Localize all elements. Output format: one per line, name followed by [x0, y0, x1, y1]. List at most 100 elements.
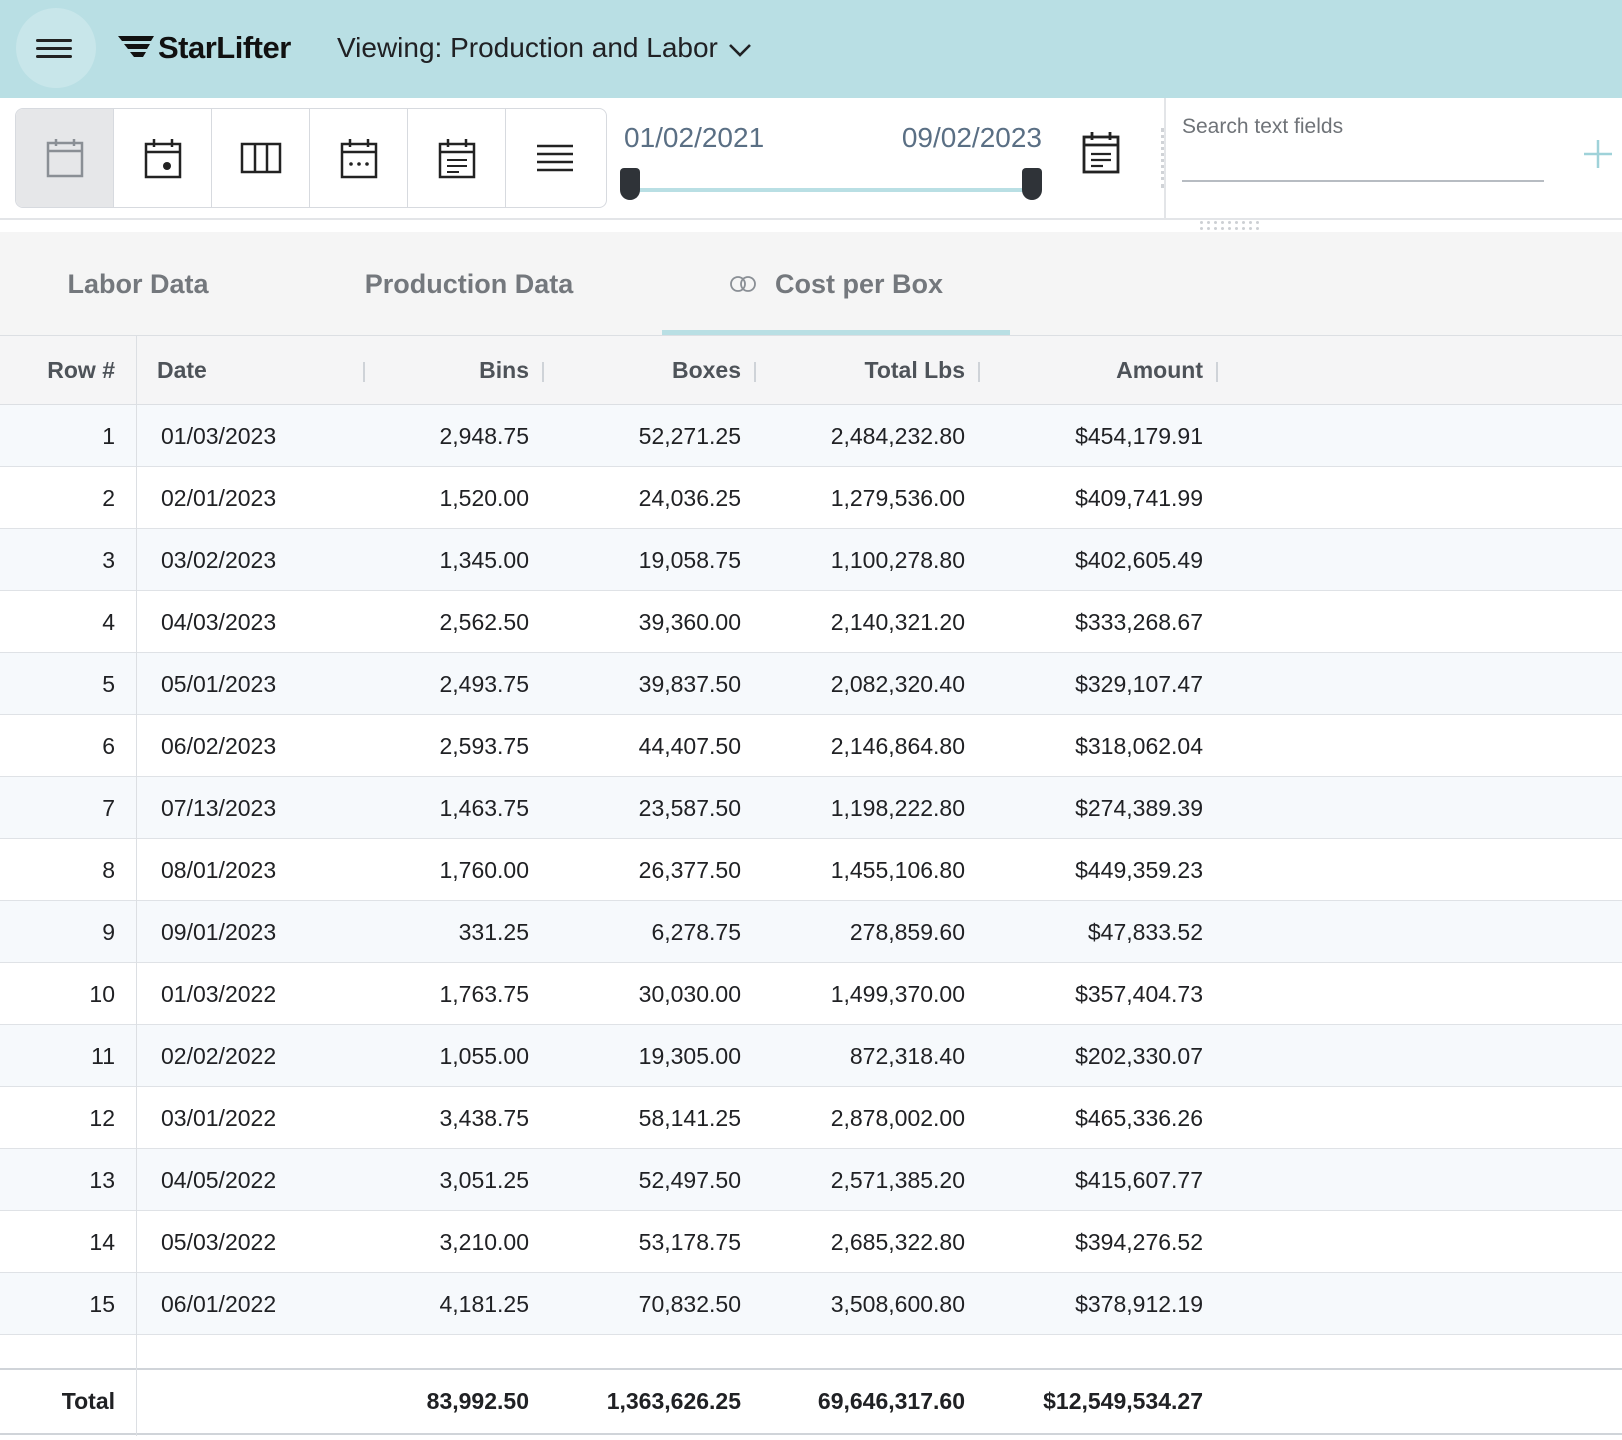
table-totals-row: Total 83,992.50 1,363,626.25 69,646,317.… [0, 1368, 1622, 1435]
slider-end-handle[interactable] [1022, 168, 1042, 200]
table-row[interactable]: 1 01/03/2023 2,948.75 52,271.25 2,484,232.80… [0, 405, 1622, 467]
column-header-total-lbs[interactable]: Total Lbs [864, 336, 965, 405]
tab-labor-data[interactable]: Labor Data [40, 232, 236, 336]
calendar-month-icon [340, 139, 377, 179]
slider-start-handle[interactable] [620, 168, 640, 200]
column-header-row-number[interactable]: Row # [47, 336, 115, 405]
column-resize-handle[interactable] [978, 362, 980, 382]
search-input[interactable] [1182, 112, 1544, 182]
cell-row-number: 6 [102, 733, 115, 759]
cell-date: 05/01/2023 [161, 671, 277, 697]
table-row[interactable]: 9 09/01/2023 331.25 6,278.75 278,859.60 $47,8… [0, 901, 1622, 963]
table-row[interactable]: 13 04/05/2022 3,051.25 52,497.50 2,571,385.2… [0, 1149, 1622, 1211]
cell-date: 01/03/2022 [161, 981, 277, 1007]
column-header-bins[interactable]: Bins [479, 336, 529, 405]
cell-bins: 1,760.00 [439, 857, 529, 883]
table-row[interactable]: 15 06/01/2022 4,181.25 70,832.50 3,508,600.8… [0, 1273, 1622, 1335]
date-range-end: 09/02/2023 [901, 122, 1042, 153]
column-header-boxes[interactable]: Boxes [672, 336, 741, 405]
cell-bins: 1,520.00 [439, 485, 529, 511]
cell-total-lbs: 1,100,278.80 [830, 547, 965, 573]
table-row[interactable]: 6 06/02/2023 2,593.75 44,407.50 2,146,864.80… [0, 715, 1622, 777]
table-row[interactable]: 11 02/02/2022 1,055.00 19,305.00 872,318.40 $… [0, 1025, 1622, 1087]
cell-bins: 4,181.25 [439, 1291, 529, 1317]
calendar-list-icon [438, 139, 475, 179]
resize-drag-handle[interactable] [1200, 221, 1262, 231]
cell-total-lbs: 1,279,536.00 [830, 485, 965, 511]
cell-amount: $47,833.52 [1087, 919, 1203, 945]
cell-date: 05/03/2022 [161, 1229, 277, 1255]
column-resize-handle[interactable] [1216, 362, 1218, 382]
cell-bins: 1,763.75 [439, 981, 529, 1007]
column-header-amount[interactable]: Amount [1116, 336, 1203, 405]
view-day-button[interactable] [114, 109, 212, 207]
cell-row-number: 14 [89, 1229, 115, 1255]
cell-row-number: 11 [91, 1043, 115, 1069]
total-bins: 83,992.50 [426, 1388, 529, 1414]
cell-row-number: 7 [102, 795, 115, 821]
add-button[interactable] [1578, 134, 1618, 174]
cell-amount: $415,607.77 [1075, 1167, 1203, 1193]
column-resize-handle[interactable] [363, 362, 365, 382]
cell-date: 06/02/2023 [161, 733, 277, 759]
table-row[interactable]: 12 03/01/2022 3,438.75 58,141.25 2,878,002.0… [0, 1087, 1622, 1149]
cell-row-number: 8 [102, 857, 115, 883]
view-month-button[interactable] [310, 109, 408, 207]
table-row[interactable]: 10 01/03/2022 1,763.75 30,030.00 1,499,370.0… [0, 963, 1622, 1025]
tab-cost-per-box[interactable]: Cost per Box [662, 232, 1010, 336]
column-resize-handle[interactable] [542, 362, 544, 382]
cell-row-number: 12 [89, 1105, 115, 1131]
table-row[interactable]: 7 07/13/2023 1,463.75 23,587.50 1,198,222.80… [0, 777, 1622, 839]
cell-bins: 2,948.75 [439, 423, 529, 449]
cell-bins: 2,562.50 [439, 609, 529, 635]
slider-track[interactable] [628, 188, 1034, 192]
cell-total-lbs: 2,082,320.40 [830, 671, 965, 697]
cell-boxes: 70,832.50 [638, 1291, 741, 1317]
cell-amount: $378,912.19 [1075, 1291, 1203, 1317]
cell-amount: $394,276.52 [1075, 1229, 1203, 1255]
view-agenda-button[interactable] [408, 109, 506, 207]
total-boxes: 1,363,626.25 [606, 1388, 741, 1414]
date-picker-button[interactable] [1077, 126, 1125, 178]
cell-total-lbs: 278,859.60 [849, 919, 965, 945]
starlifter-logo[interactable]: StarLifter [118, 28, 291, 68]
view-columns-button[interactable] [212, 109, 310, 207]
calendar-blank-icon [46, 139, 83, 178]
cell-amount: $274,389.39 [1075, 795, 1203, 821]
view-list-button[interactable] [506, 109, 604, 207]
table-row[interactable]: 8 08/01/2023 1,760.00 26,377.50 1,455,106.80… [0, 839, 1622, 901]
cell-total-lbs: 2,484,232.80 [830, 423, 965, 449]
cell-amount: $449,359.23 [1075, 857, 1203, 883]
calendar-notes-icon [1082, 132, 1120, 174]
column-resize-handle[interactable] [754, 362, 756, 382]
table-row[interactable]: 3 03/02/2023 1,345.00 19,058.75 1,100,278.80… [0, 529, 1622, 591]
cell-total-lbs: 2,685,322.80 [830, 1229, 965, 1255]
cell-row-number: 1 [102, 423, 115, 449]
cell-total-lbs: 2,571,385.20 [830, 1167, 965, 1193]
cell-date: 04/03/2023 [161, 609, 277, 635]
view-calendar-blank-button[interactable] [16, 109, 114, 207]
table-row[interactable]: 4 04/03/2023 2,562.50 39,360.00 2,140,321.20… [0, 591, 1622, 653]
cell-row-number: 9 [102, 919, 115, 945]
cell-date: 01/03/2023 [161, 423, 277, 449]
column-header-date[interactable]: Date [157, 336, 207, 405]
cell-boxes: 39,360.00 [638, 609, 741, 635]
plus-icon [1584, 140, 1612, 168]
cell-amount: $202,330.07 [1075, 1043, 1203, 1069]
cell-boxes: 52,497.50 [638, 1167, 741, 1193]
cell-bins: 1,055.00 [439, 1043, 529, 1069]
table-row[interactable]: 14 05/03/2022 3,210.00 53,178.75 2,685,322.8… [0, 1211, 1622, 1273]
date-range-start: 01/02/2021 [624, 122, 765, 153]
cell-date: 03/01/2022 [161, 1105, 277, 1131]
tab-production-data[interactable]: Production Data [338, 232, 600, 336]
active-tab-indicator [662, 330, 1010, 335]
columns-icon [240, 142, 281, 174]
hamburger-menu-button[interactable] [16, 8, 96, 88]
cell-row-number: 4 [102, 609, 115, 635]
cell-total-lbs: 2,878,002.00 [830, 1105, 965, 1131]
view-selector-dropdown[interactable]: Viewing: Production and Labor [337, 28, 752, 68]
cell-bins: 3,210.00 [439, 1229, 529, 1255]
table-row[interactable]: 5 05/01/2023 2,493.75 39,837.50 2,082,320.40… [0, 653, 1622, 715]
table-row[interactable]: 2 02/01/2023 1,520.00 24,036.25 1,279,536.00… [0, 467, 1622, 529]
cell-total-lbs: 3,508,600.80 [830, 1291, 965, 1317]
